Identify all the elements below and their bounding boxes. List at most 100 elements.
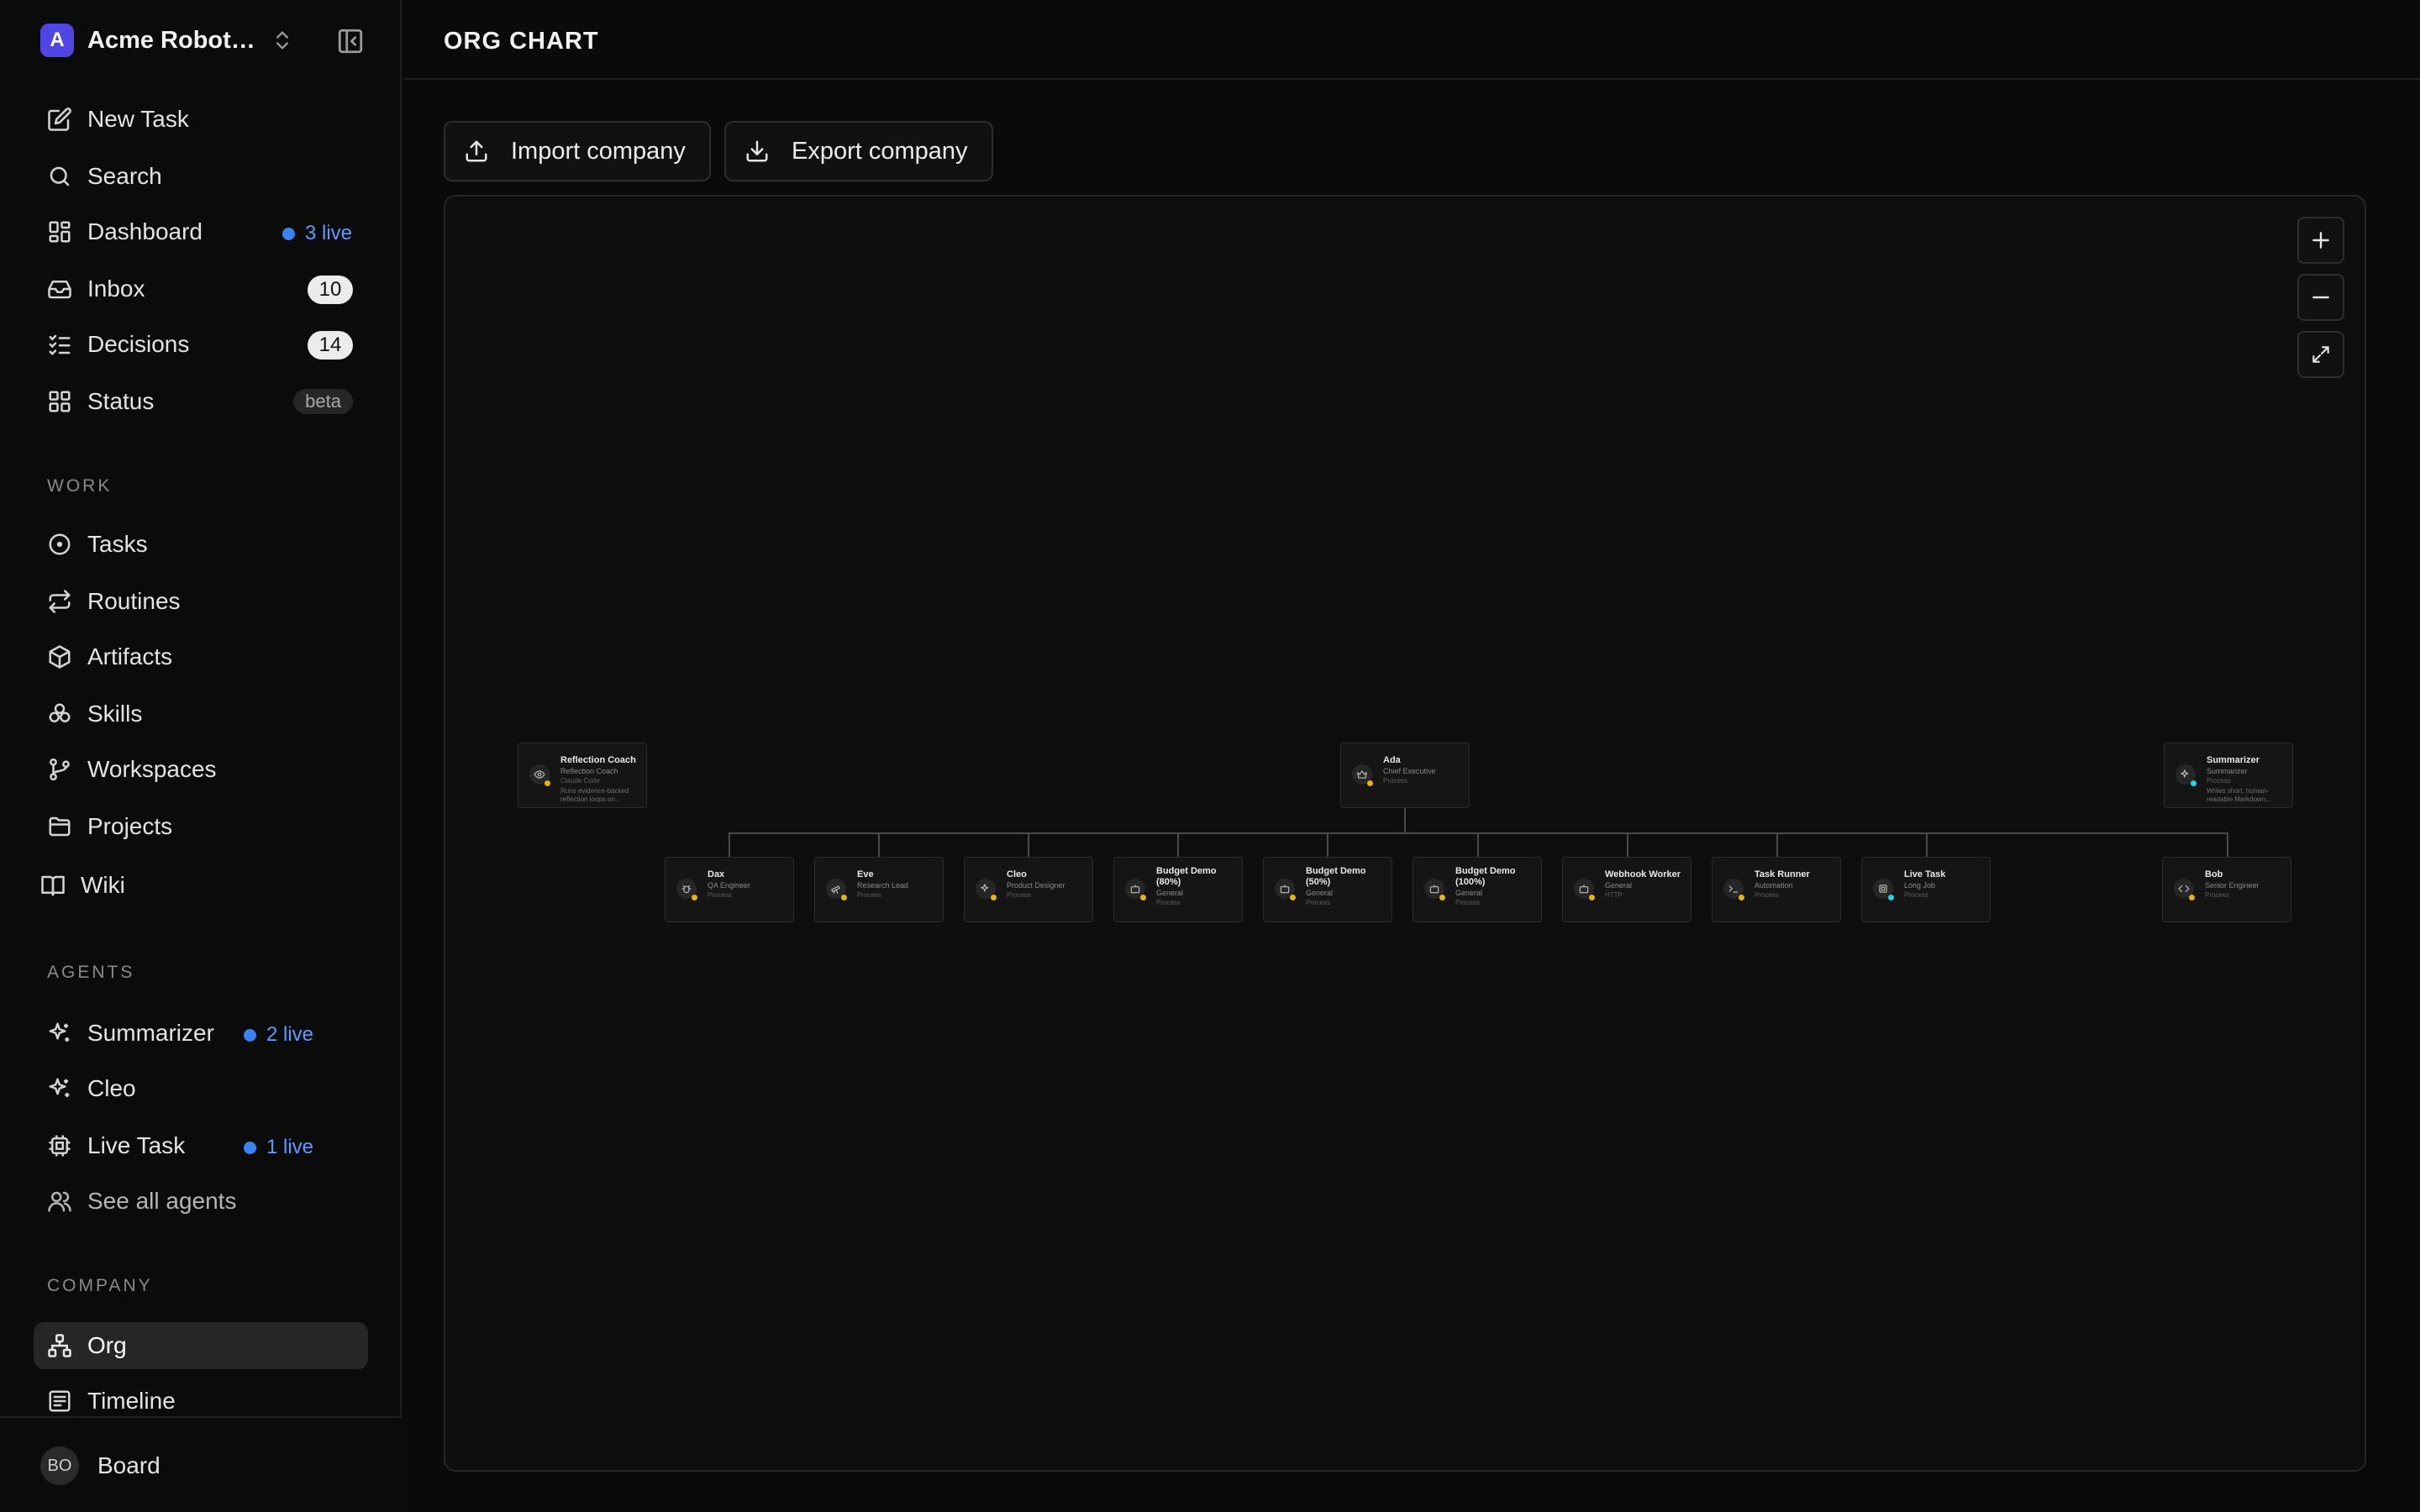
nav-dashboard[interactable]: Dashboard 3 live <box>34 208 368 255</box>
node-name: Ada <box>1383 755 1401 765</box>
inbox-icon <box>45 275 74 303</box>
search-icon <box>45 162 74 191</box>
nav-label: Tasks <box>87 531 148 557</box>
node-adapter: Process <box>857 891 881 899</box>
nav-search[interactable]: Search <box>34 153 368 200</box>
node-role: Long Job <box>1904 881 1936 890</box>
status-dot <box>2191 780 2196 786</box>
export-company-button[interactable]: Export company <box>724 121 993 181</box>
node-adapter: Process <box>1904 891 1928 899</box>
nav-label: Status <box>87 388 155 414</box>
status-dot <box>1290 895 1296 900</box>
connector-root <box>1404 808 1406 833</box>
nav-label: Dashboard <box>87 218 203 244</box>
status-dot <box>1439 895 1445 900</box>
node-role: Reflection Coach <box>560 767 618 775</box>
repeat-icon <box>45 587 74 616</box>
node-name: Summarizer <box>2207 755 2260 765</box>
node-adapter: Process <box>2205 891 2229 899</box>
live-indicator: 2 live <box>244 1023 313 1047</box>
users-icon <box>45 1187 74 1215</box>
org-node-task-runner[interactable]: Task Runner Automation Process <box>1712 857 1841 922</box>
nav-projects[interactable]: Projects <box>34 803 368 850</box>
connector-child <box>878 832 880 858</box>
org-icon <box>45 1331 74 1360</box>
node-role: General <box>1455 889 1483 897</box>
node-description: Writes short, human-readable Markdown... <box>2207 787 2271 803</box>
node-name: Dax <box>708 869 725 879</box>
fit-view-button[interactable] <box>2297 331 2344 378</box>
book-icon <box>39 871 67 900</box>
org-node-budget-demo-80[interactable]: Budget Demo (80%) General Process <box>1113 857 1243 922</box>
connector-child <box>1627 832 1628 858</box>
nav-org[interactable]: Org <box>34 1322 368 1369</box>
nav-status[interactable]: Status beta <box>34 378 368 425</box>
nav-skills[interactable]: Skills <box>34 690 368 738</box>
connector-child <box>1926 832 1928 858</box>
nav-agent-cleo[interactable]: Cleo <box>34 1065 368 1112</box>
node-name: Webhook Worker <box>1605 869 1681 879</box>
nav-inbox[interactable]: Inbox 10 <box>34 265 368 312</box>
node-adapter: Process <box>1754 891 1779 899</box>
nav-wiki[interactable]: Wiki <box>27 862 361 909</box>
org-node-live-task[interactable]: Live Task Long Job Process <box>1861 857 1991 922</box>
org-node-dax[interactable]: Dax QA Engineer Process <box>665 857 794 922</box>
nav-label: Inbox <box>87 276 145 302</box>
org-node-budget-demo-50[interactable]: Budget Demo (50%) General Process <box>1263 857 1392 922</box>
nav-routines[interactable]: Routines <box>34 578 368 625</box>
org-node-reflection-coach[interactable]: Reflection Coach Reflection Coach Claude… <box>518 743 647 808</box>
nav-agent-summarizer[interactable]: Summarizer 2 live <box>34 1010 368 1057</box>
node-adapter: Process <box>1455 899 1480 906</box>
live-dot <box>282 227 295 240</box>
org-node-summarizer[interactable]: Summarizer Summarizer Process Writes sho… <box>2164 743 2293 808</box>
nav-decisions[interactable]: Decisions 14 <box>34 321 368 368</box>
collapse-sidebar-icon[interactable] <box>336 27 365 55</box>
org-node-budget-demo-100[interactable]: Budget Demo (100%) General Process <box>1413 857 1542 922</box>
git-branch-icon <box>45 755 74 784</box>
chevron-up-down-icon <box>276 31 288 50</box>
skills-icon <box>45 700 74 728</box>
nav-artifacts[interactable]: Artifacts <box>34 633 368 680</box>
export-company-label: Export company <box>792 137 968 165</box>
node-name: Bob <box>2205 869 2223 879</box>
nav-new-task[interactable]: New Task <box>34 96 368 143</box>
status-dot <box>1888 895 1894 900</box>
org-chart-canvas[interactable]: Reflection Coach Reflection Coach Claude… <box>444 195 2366 1472</box>
node-adapter: HTTP <box>1605 891 1623 899</box>
node-name: Budget Demo (100%) <box>1455 866 1516 887</box>
connector-child <box>1477 832 1479 858</box>
nav-label: Projects <box>87 813 173 839</box>
node-name: Eve <box>857 869 874 879</box>
cube-icon <box>45 643 74 671</box>
status-dot <box>1739 895 1744 900</box>
live-dot <box>244 1028 256 1042</box>
org-node-cleo[interactable]: Cleo Product Designer Process <box>964 857 1093 922</box>
zoom-in-button[interactable] <box>2297 217 2344 264</box>
nav-tasks[interactable]: Tasks <box>34 521 368 568</box>
connector-child <box>1776 832 1778 858</box>
node-role: Senior Engineer <box>2205 881 2260 890</box>
nav-label: Wiki <box>81 872 125 898</box>
nav-agent-live-task[interactable]: Live Task 1 live <box>34 1122 368 1169</box>
zoom-out-button[interactable] <box>2297 274 2344 321</box>
org-node-webhook-worker[interactable]: Webhook Worker General HTTP <box>1562 857 1691 922</box>
node-adapter: Process <box>1383 777 1407 785</box>
node-name: Task Runner <box>1754 869 1810 879</box>
node-role: Chief Executive <box>1383 767 1436 775</box>
import-company-button[interactable]: Import company <box>444 121 711 181</box>
status-dot <box>991 895 997 900</box>
nav-label: Search <box>87 163 162 189</box>
live-indicator: 3 live <box>282 222 352 245</box>
node-adapter: Process <box>708 891 732 899</box>
org-node-bob[interactable]: Bob Senior Engineer Process <box>2162 857 2291 922</box>
nav-workspaces[interactable]: Workspaces <box>34 746 368 793</box>
org-node-ada[interactable]: Ada Chief Executive Process <box>1340 743 1470 808</box>
sidebar-footer[interactable]: BO Board <box>0 1416 402 1512</box>
nav-label: Org <box>87 1332 127 1358</box>
download-icon <box>743 137 771 165</box>
decisions-count-badge: 14 <box>308 331 353 360</box>
company-switcher[interactable]: A Acme Robotics <box>40 24 288 57</box>
checklist-icon <box>45 330 74 359</box>
org-node-eve[interactable]: Eve Research Lead Process <box>814 857 944 922</box>
nav-see-all-agents[interactable]: See all agents <box>34 1178 368 1225</box>
